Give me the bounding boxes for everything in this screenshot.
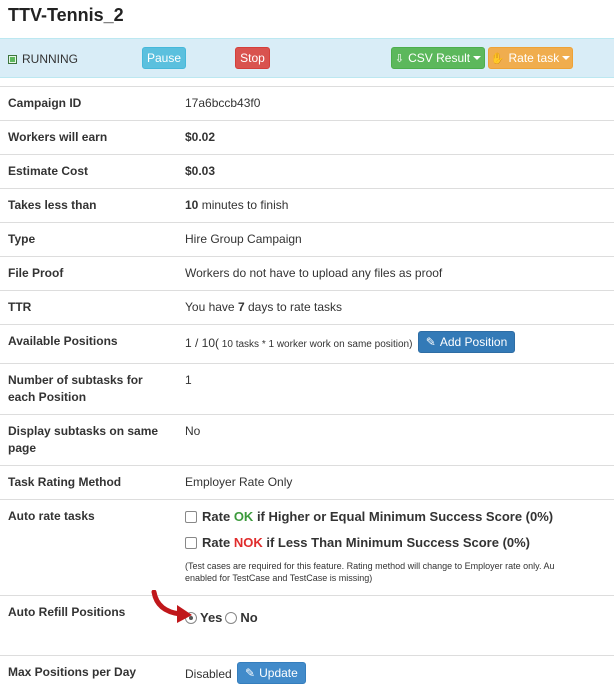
field-label: Display subtasks on same page [0, 414, 177, 466]
table-row: Estimate Cost $0.03 [0, 154, 614, 189]
table-row: Auto rate tasks Rate OK if Higher or Equ… [0, 499, 614, 596]
field-label: Task Rating Method [0, 465, 177, 500]
rate-task-label: Rate task [508, 51, 560, 65]
table-row: Takes less than 10 minutes to finish [0, 188, 614, 223]
table-row: File Proof Workers do not have to upload… [0, 256, 614, 291]
auto-refill-options: Yes No [177, 595, 614, 656]
table-row: Display subtasks on same page No [0, 414, 614, 466]
thumbs-up-icon: ✋ [490, 52, 505, 65]
pencil-icon: ✎ [425, 334, 436, 349]
minutes-suffix: minutes to finish [201, 198, 289, 212]
field-label: Auto rate tasks [0, 499, 177, 596]
stop-button[interactable]: Stop [235, 47, 270, 69]
auto-rate-options: Rate OK if Higher or Equal Minimum Succe… [177, 499, 614, 596]
add-position-label: Add Position [439, 334, 508, 349]
ttr-prefix: You have [185, 300, 235, 314]
ttr-suffix: days to rate tasks [247, 300, 343, 314]
minutes-number: 10 [185, 198, 199, 212]
field-label: Takes less than [0, 188, 177, 223]
max-per-day-status: Disabled [185, 667, 232, 682]
field-label: File Proof [0, 256, 177, 291]
running-status-icon [8, 54, 17, 64]
add-position-button[interactable]: ✎ Add Position [417, 331, 516, 353]
csv-result-label: CSV Result [408, 51, 471, 65]
field-label: Workers will earn [0, 120, 177, 155]
ttr-value: You have 7 days to rate tasks [177, 290, 614, 325]
rate-task-dropdown-button[interactable]: ✋ Rate task [488, 47, 573, 69]
estimate-cost-value: $0.03 [177, 154, 614, 189]
nok-prefix: Rate [202, 535, 231, 550]
pause-button[interactable]: Pause [142, 47, 186, 69]
pause-button-label: Pause [146, 51, 182, 65]
ok-suffix: if Higher or Equal Minimum Success Score… [256, 509, 554, 524]
stop-button-label: Stop [240, 51, 265, 65]
table-row: Available Positions 1 / 10( 10 tasks * 1… [0, 324, 614, 364]
auto-rate-note-line1: (Test cases are required for this featur… [185, 561, 555, 571]
auto-refill-no-radio[interactable] [225, 611, 238, 624]
nok-suffix: if Less Than Minimum Success Score (0%) [266, 535, 531, 550]
auto-rate-note-line2: enabled for TestCase and TestCase is mis… [185, 573, 373, 583]
nok-word: NOK [233, 535, 263, 550]
ttr-days: 7 [237, 300, 245, 314]
no-label: No [240, 610, 258, 625]
table-row: Type Hire Group Campaign [0, 222, 614, 257]
pencil-icon: ✎ [245, 665, 256, 680]
table-row: Task Rating Method Employer Rate Only [0, 465, 614, 500]
ok-prefix: Rate [202, 509, 231, 524]
table-row: TTR You have 7 days to rate tasks [0, 290, 614, 325]
positions-detail: 10 tasks * 1 worker work on same positio… [219, 339, 413, 351]
file-proof-value: Workers do not have to upload any files … [177, 256, 614, 291]
caret-down-icon [473, 56, 482, 60]
status-text: RUNNING [22, 52, 78, 66]
rating-method-value: Employer Rate Only [177, 465, 614, 500]
campaign-id-value: 17a6bccb43f0 [177, 86, 614, 121]
campaign-details-table: Campaign ID 17a6bccb43f0 Workers will ea… [0, 86, 614, 696]
field-label: Estimate Cost [0, 154, 177, 189]
table-row: Number of subtasks for each Position 1 [0, 363, 614, 415]
positions-count: 1 / 10( [185, 336, 220, 351]
yes-label: Yes [200, 610, 223, 625]
table-row: Workers will earn $0.02 [0, 120, 614, 155]
field-label: Campaign ID [0, 86, 177, 121]
caret-down-icon [562, 56, 571, 60]
update-button[interactable]: ✎ Update [237, 662, 306, 684]
table-row: Campaign ID 17a6bccb43f0 [0, 86, 614, 121]
subtasks-value: 1 [177, 363, 614, 415]
field-label: Number of subtasks for each Position [0, 363, 177, 415]
field-label: Max Positions per Day [0, 655, 177, 696]
available-positions-value: 1 / 10( 10 tasks * 1 worker work on same… [177, 324, 614, 364]
auto-rate-nok-option[interactable]: Rate NOK if Less Than Minimum Success Sc… [185, 534, 606, 551]
display-subtasks-value: No [177, 414, 614, 466]
status-indicator: RUNNING [8, 52, 78, 66]
field-label: TTR [0, 290, 177, 325]
workers-earn-value: $0.02 [177, 120, 614, 155]
download-icon: ⇩ [394, 52, 405, 65]
table-row: Max Positions per Day Disabled ✎ Update [0, 655, 614, 696]
takes-less-value: 10 minutes to finish [177, 188, 614, 223]
table-row: Auto Refill Positions Yes No [0, 595, 614, 656]
max-per-day-value: Disabled ✎ Update [177, 655, 614, 696]
field-label: Type [0, 222, 177, 257]
auto-rate-ok-option[interactable]: Rate OK if Higher or Equal Minimum Succe… [185, 508, 606, 525]
csv-result-dropdown-button[interactable]: ⇩ CSV Result [391, 47, 485, 69]
auto-refill-radio-group: Yes No [185, 609, 606, 626]
type-value: Hire Group Campaign [177, 222, 614, 257]
update-label: Update [259, 665, 298, 680]
field-label: Available Positions [0, 324, 177, 364]
page-title: TTV-Tennis_2 [8, 5, 124, 25]
rate-nok-checkbox[interactable] [185, 536, 197, 549]
red-arrow-icon [151, 590, 192, 623]
rate-ok-checkbox[interactable] [185, 510, 197, 523]
status-bar: RUNNING Pause Stop ⇩ CSV Result ✋ Rate t… [0, 38, 614, 78]
ok-word: OK [233, 509, 254, 524]
